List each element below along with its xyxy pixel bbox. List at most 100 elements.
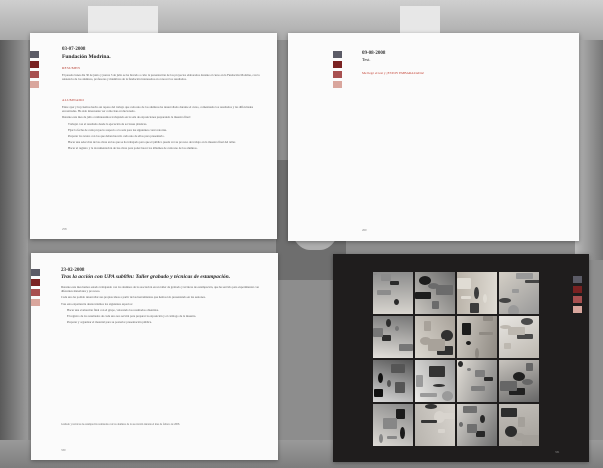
color-swatches <box>31 269 40 306</box>
body-paragraph: Durante este mes hemos estado trabajando… <box>61 285 266 326</box>
photo-shape <box>424 321 431 331</box>
photo-shape <box>521 318 533 325</box>
photo-shape <box>390 281 399 285</box>
paragraph-text: Tras esta experiencia destacaríamos los … <box>61 301 133 306</box>
photo-shape <box>484 377 493 381</box>
photo-shape <box>399 344 413 351</box>
intro-paragraph: El pasado lunes día 30 de junio y jueves… <box>62 73 262 83</box>
photo-shape <box>387 436 397 439</box>
photo-shape <box>378 373 383 383</box>
workshop-photo <box>415 360 455 402</box>
entry-date: 09-08-2008 <box>362 51 386 56</box>
workshop-photo <box>373 272 413 314</box>
swatch <box>573 276 582 283</box>
photo-shape <box>513 372 525 381</box>
entry-title: Test. <box>362 57 371 62</box>
entry-title: Tras la acción con UPA sub09n: Taller gr… <box>61 274 231 280</box>
list-item: Hacer una evaluación final con el grupo,… <box>67 307 159 312</box>
background-band <box>0 40 28 468</box>
photo-shape <box>386 319 391 327</box>
page-spread-1: 03-07-2008 Fundación Modrina. RESUMEN El… <box>30 33 277 239</box>
photo-shape <box>395 382 405 393</box>
highlight-text: Me llegó el test y ¡ESTOY EMBARAZADA! <box>362 71 425 75</box>
workshop-photo <box>499 360 539 402</box>
list-item: Hacer una selección de las obras en las … <box>68 140 236 145</box>
workshop-photo <box>499 404 539 446</box>
photo-shape <box>508 305 519 314</box>
photo-shape <box>470 303 479 313</box>
photo-shape <box>500 381 517 391</box>
swatch <box>30 61 39 68</box>
bullet-list: Hacer una evaluación final con el grupo,… <box>61 308 266 325</box>
photo-shape <box>373 272 377 275</box>
photo-shape <box>463 406 477 413</box>
workshop-photo <box>415 316 455 358</box>
entry-date: 03-07-2008 <box>62 47 86 52</box>
photo-shape <box>416 375 423 387</box>
paragraph-text: El pasado lunes día 30 de junio y jueves… <box>62 73 260 82</box>
photo-shape <box>374 389 383 397</box>
swatch <box>333 61 342 68</box>
workshop-photo <box>373 360 413 402</box>
page-spread-3: 23-02-2008 Tras la acción con UPA sub09n… <box>31 253 278 460</box>
swatch <box>31 289 40 296</box>
paragraph-text: Entre ayer y hoy hemos hecho un repaso d… <box>62 105 254 114</box>
photo-grid <box>373 272 539 446</box>
body-paragraph: Entre ayer y hoy hemos hecho un repaso d… <box>62 105 262 153</box>
swatch <box>573 296 582 303</box>
workshop-photo <box>415 404 455 446</box>
photo-shape <box>483 316 493 321</box>
photo-shape <box>499 298 511 303</box>
photo-shape <box>475 370 485 377</box>
swatch <box>31 279 40 286</box>
photo-shape <box>383 418 397 429</box>
photo-shape <box>442 413 455 419</box>
list-item: El registro de los resultados de cada un… <box>67 314 197 319</box>
page-number: 331 <box>555 450 560 454</box>
photo-shape <box>476 431 485 437</box>
page-number: 260 <box>362 228 367 232</box>
paragraph-text: Durante este mes hemos estado trabajando… <box>61 285 260 294</box>
swatch <box>333 81 342 88</box>
swatch <box>333 51 342 58</box>
photo-shape <box>522 435 539 446</box>
photo-shape <box>377 290 391 295</box>
photo-shape <box>516 273 533 279</box>
section-heading: RESUMEN <box>62 66 81 70</box>
workshop-photo <box>457 316 497 358</box>
background-band <box>88 6 158 36</box>
photo-shape <box>421 420 437 423</box>
workshop-photo <box>373 316 413 358</box>
photo-shape <box>483 294 487 303</box>
photo-shape <box>419 276 431 285</box>
photo-shape <box>425 404 437 409</box>
page-number: 258 <box>62 227 67 231</box>
photo-shape <box>379 434 383 443</box>
photo-shape <box>466 341 471 345</box>
paragraph-text: Durante este mes de julio continuaremos … <box>62 115 191 120</box>
entry-date: 23-02-2008 <box>61 268 85 273</box>
swatch <box>573 286 582 293</box>
photo-shape <box>387 380 391 387</box>
swatch <box>31 299 40 306</box>
swatch <box>30 51 39 58</box>
photo-shape <box>438 429 445 433</box>
photo-shape <box>429 366 445 377</box>
photo-shape <box>433 384 445 387</box>
list-item: Hacer el registro y la documentación de … <box>68 146 198 151</box>
page-spread-2: 09-08-2008 Test. Me llegó el test y ¡EST… <box>288 33 579 241</box>
photo-shape <box>467 424 477 433</box>
bullet-list: Trabajar con el resultado desde la ejecu… <box>62 122 262 151</box>
photo-shape <box>504 343 511 349</box>
photo-shape <box>382 335 391 341</box>
photo-shape <box>525 280 539 283</box>
photo-shape <box>475 348 479 358</box>
photo-shape <box>467 368 471 371</box>
photo-shape <box>522 379 533 385</box>
swatch <box>30 81 39 88</box>
photo-shape <box>479 332 493 335</box>
photo-shape <box>428 339 445 351</box>
entry-title: Fundación Modrina. <box>62 54 111 60</box>
workshop-photo <box>415 272 455 314</box>
section-heading: ALUMNADO <box>62 98 85 102</box>
